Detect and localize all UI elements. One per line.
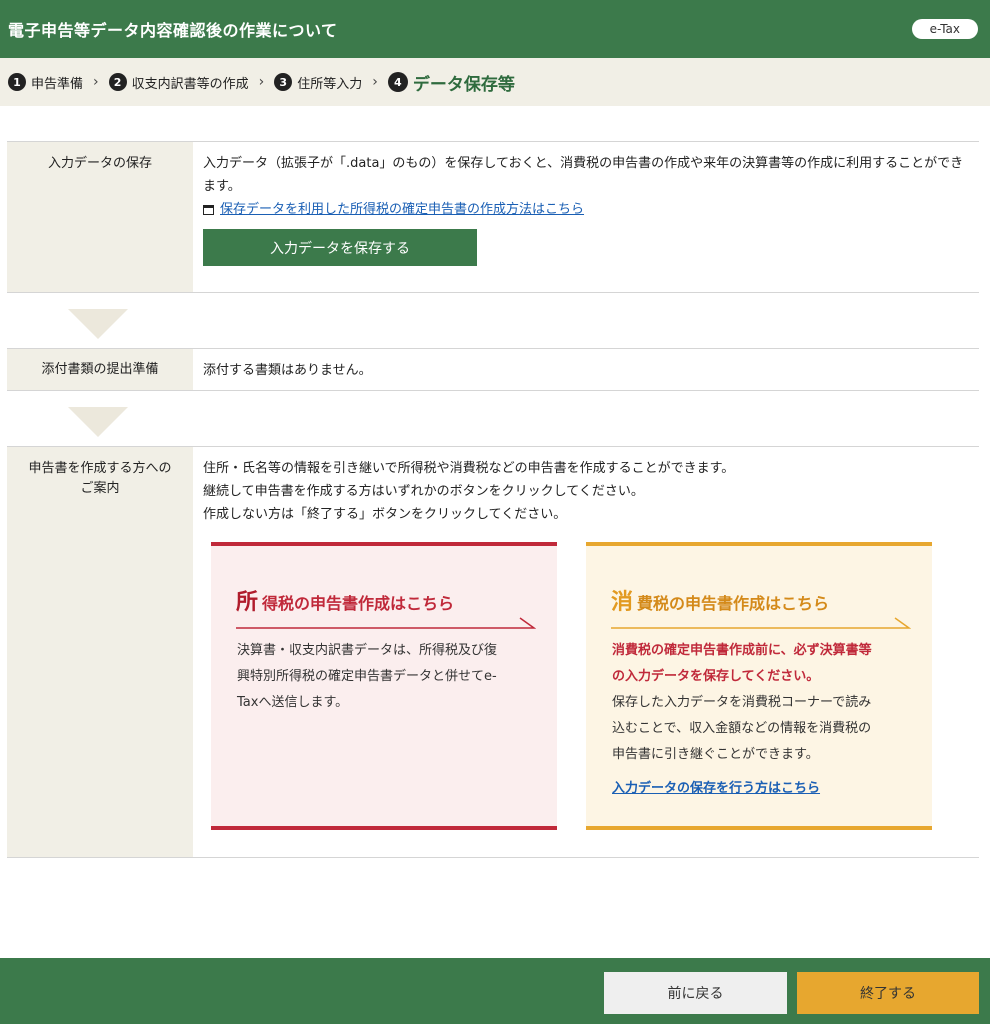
step-1: 1 申告準備 bbox=[8, 73, 83, 92]
consumption-tax-warning-line1: 消費税の確定申告書作成前に、必ず決算書等 bbox=[612, 643, 872, 658]
consumption-tax-link-row: 入力データの保存を行う方はこちら bbox=[612, 776, 912, 802]
save-input-data-button[interactable]: 入力データを保存する bbox=[203, 229, 477, 266]
income-tax-line2: 興特別所得税の確定申告書データと併せてe- bbox=[237, 669, 497, 684]
income-tax-card[interactable]: 所 得税の申告書作成はこちら 決算書・収支内訳書データは、所得税及び復 興特別所… bbox=[211, 542, 557, 830]
saved-data-howto-link[interactable]: 保存データを利用した所得税の確定申告書の作成方法はこちら bbox=[220, 198, 584, 221]
step-2-number: 2 bbox=[108, 73, 127, 91]
consumption-tax-line3: 申告書に引き継ぐことができます。 bbox=[612, 747, 819, 762]
step-indicator: 1 申告準備 › 2 収支内訳書等の作成 › 3 住所等入力 › 4 データ保存… bbox=[0, 58, 990, 106]
save-data-link-row: 保存データを利用した所得税の確定申告書の作成方法はこちら bbox=[203, 198, 969, 221]
consumption-tax-line2: 込むことで、収入金額などの情報を消費税の bbox=[612, 721, 872, 736]
income-tax-card-title[interactable]: 所 得税の申告書作成はこちら bbox=[236, 584, 454, 616]
income-tax-title-initial: 所 bbox=[236, 590, 259, 615]
new-window-icon bbox=[203, 204, 214, 215]
save-data-section: 入力データの保存 入力データ（拡張子が「.data」のもの）を保存しておくと、消… bbox=[7, 141, 979, 293]
step-3: 3 住所等入力 bbox=[274, 73, 362, 92]
consumption-tax-card-text: 消費税の確定申告書作成前に、必ず決算書等 の入力データを保存してください。 保存… bbox=[612, 638, 912, 802]
save-data-howto-link[interactable]: 入力データの保存を行う方はこちら bbox=[612, 781, 820, 796]
save-data-body: 入力データ（拡張子が「.data」のもの）を保存しておくと、消費税の申告書の作成… bbox=[193, 142, 979, 292]
consumption-tax-title-text: 費税の申告書作成はこちら bbox=[637, 594, 830, 613]
step-3-label: 住所等入力 bbox=[297, 76, 363, 92]
chevron-right-icon: › bbox=[372, 74, 378, 90]
guide-label: 申告書を作成する方への ご案内 bbox=[7, 447, 193, 857]
income-tax-line3: Taxへ送信します。 bbox=[237, 695, 349, 710]
step-1-number: 1 bbox=[8, 73, 26, 91]
income-tax-line1: 決算書・収支内訳書データは、所得税及び復 bbox=[237, 643, 498, 658]
guide-label-line2: ご案内 bbox=[80, 481, 120, 496]
down-arrow-icon bbox=[68, 309, 128, 339]
guide-line2: 継続して申告書を作成する方はいずれかのボタンをクリックしてください。 bbox=[203, 484, 644, 499]
back-button[interactable]: 前に戻る bbox=[604, 972, 787, 1014]
consumption-tax-line1: 保存した入力データを消費税コーナーで読み bbox=[612, 695, 872, 710]
step-4-current: 4 データ保存等 bbox=[387, 70, 515, 95]
save-data-description: 入力データ（拡張子が「.data」のもの）を保存しておくと、消費税の申告書の作成… bbox=[203, 156, 964, 194]
step-1-label: 申告準備 bbox=[31, 76, 84, 92]
page-header: 電子申告等データ内容確認後の作業について e-Tax bbox=[0, 0, 990, 58]
step-3-number: 3 bbox=[274, 73, 293, 91]
attachments-section: 添付書類の提出準備 添付する書類はありません。 bbox=[7, 348, 979, 391]
consumption-tax-card-title[interactable]: 消 費税の申告書作成はこちら bbox=[611, 584, 829, 616]
guide-line1: 住所・氏名等の情報を引き継いで所得税や消費税などの申告書を作成することができます… bbox=[203, 461, 735, 476]
arrow-underline-icon bbox=[236, 617, 536, 629]
finish-button[interactable]: 終了する bbox=[797, 972, 979, 1014]
consumption-tax-title-initial: 消 bbox=[611, 590, 634, 615]
step-4-label: データ保存等 bbox=[412, 74, 515, 95]
page-title: 電子申告等データ内容確認後の作業について bbox=[8, 21, 338, 40]
consumption-tax-warning-line2: の入力データを保存してください。 bbox=[612, 669, 820, 684]
attachments-text: 添付する書類はありません。 bbox=[203, 363, 372, 378]
attachments-label: 添付書類の提出準備 bbox=[7, 349, 193, 390]
guide-line3: 作成しない方は「終了する」ボタンをクリックしてください。 bbox=[203, 507, 567, 522]
step-4-number: 4 bbox=[387, 72, 408, 92]
chevron-right-icon: › bbox=[258, 74, 265, 90]
step-2: 2 収支内訳書等の作成 bbox=[108, 73, 249, 92]
chevron-right-icon: › bbox=[93, 74, 99, 90]
arrow-underline-icon bbox=[611, 617, 911, 629]
step-2-label: 収支内訳書等の作成 bbox=[131, 76, 249, 92]
guide-label-line1: 申告書を作成する方への bbox=[28, 461, 172, 476]
consumption-tax-card[interactable]: 消 費税の申告書作成はこちら 消費税の確定申告書作成前に、必ず決算書等 の入力デ… bbox=[586, 542, 932, 830]
etax-badge: e-Tax bbox=[911, 19, 978, 39]
down-arrow-icon bbox=[68, 407, 128, 437]
income-tax-title-text: 得税の申告書作成はこちら bbox=[262, 594, 455, 613]
income-tax-card-text: 決算書・収支内訳書データは、所得税及び復 興特別所得税の確定申告書データと併せて… bbox=[237, 638, 537, 716]
footer-bar: 前に戻る 終了する bbox=[0, 958, 990, 1024]
save-data-label: 入力データの保存 bbox=[7, 142, 193, 292]
